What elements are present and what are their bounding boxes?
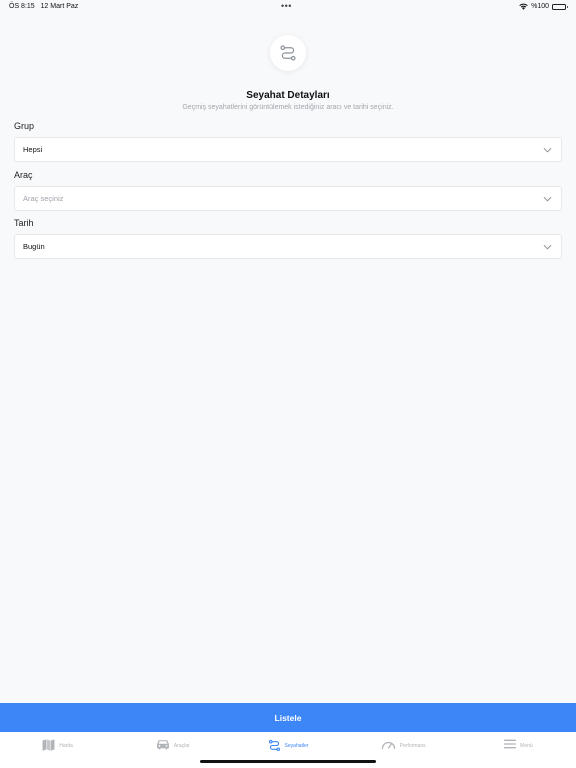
group-select[interactable]: Hepsi	[14, 137, 562, 162]
tab-menu-label: Menü	[520, 743, 533, 749]
chevron-down-icon	[543, 147, 552, 153]
date-select[interactable]: Bugün	[14, 234, 562, 259]
home-indicator[interactable]	[200, 760, 376, 763]
vehicle-label: Araç	[14, 170, 33, 180]
list-button[interactable]: Listele	[0, 703, 576, 732]
group-label: Grup	[14, 121, 35, 131]
tab-vehicles-label: Araçlar	[173, 743, 190, 749]
battery-icon	[552, 3, 568, 10]
chevron-down-icon	[543, 244, 552, 250]
multitasking-dots[interactable]: •••	[281, 1, 292, 11]
route-icon	[280, 45, 296, 61]
page-title: Seyahat Detayları	[246, 90, 330, 101]
tab-performance-label: Performans	[399, 743, 426, 749]
status-bar: ÖS 8:15 12 Mart Paz ••• %100	[0, 0, 576, 14]
date-select-value: Bugün	[23, 242, 45, 251]
gauge-icon	[381, 741, 395, 750]
route-icon	[268, 739, 280, 752]
vehicle-select-placeholder: Araç seçiniz	[23, 194, 64, 203]
tab-menu[interactable]: Menü	[461, 732, 576, 768]
tab-trips-label: Seyahatler	[284, 743, 309, 749]
page-subtitle: Geçmiş seyahatlerini görüntülemek istedi…	[182, 104, 394, 111]
group-select-value: Hepsi	[23, 145, 43, 154]
chevron-down-icon	[543, 196, 552, 202]
status-time: ÖS 8:15 12 Mart Paz	[9, 3, 78, 10]
date-label: Tarih	[14, 218, 34, 228]
menu-icon	[504, 739, 517, 749]
vehicle-select[interactable]: Araç seçiniz	[14, 186, 562, 211]
car-icon	[156, 740, 169, 750]
battery-percent: %100	[531, 3, 549, 10]
tab-map-label: Harita	[59, 743, 73, 749]
map-icon	[42, 739, 55, 751]
status-time-text: ÖS 8:15	[9, 3, 35, 10]
header-route-badge	[270, 35, 306, 71]
wifi-icon	[519, 3, 528, 10]
tab-map[interactable]: Harita	[0, 732, 115, 768]
status-date: 12 Mart Paz	[40, 3, 79, 10]
status-indicators: %100	[519, 3, 568, 10]
